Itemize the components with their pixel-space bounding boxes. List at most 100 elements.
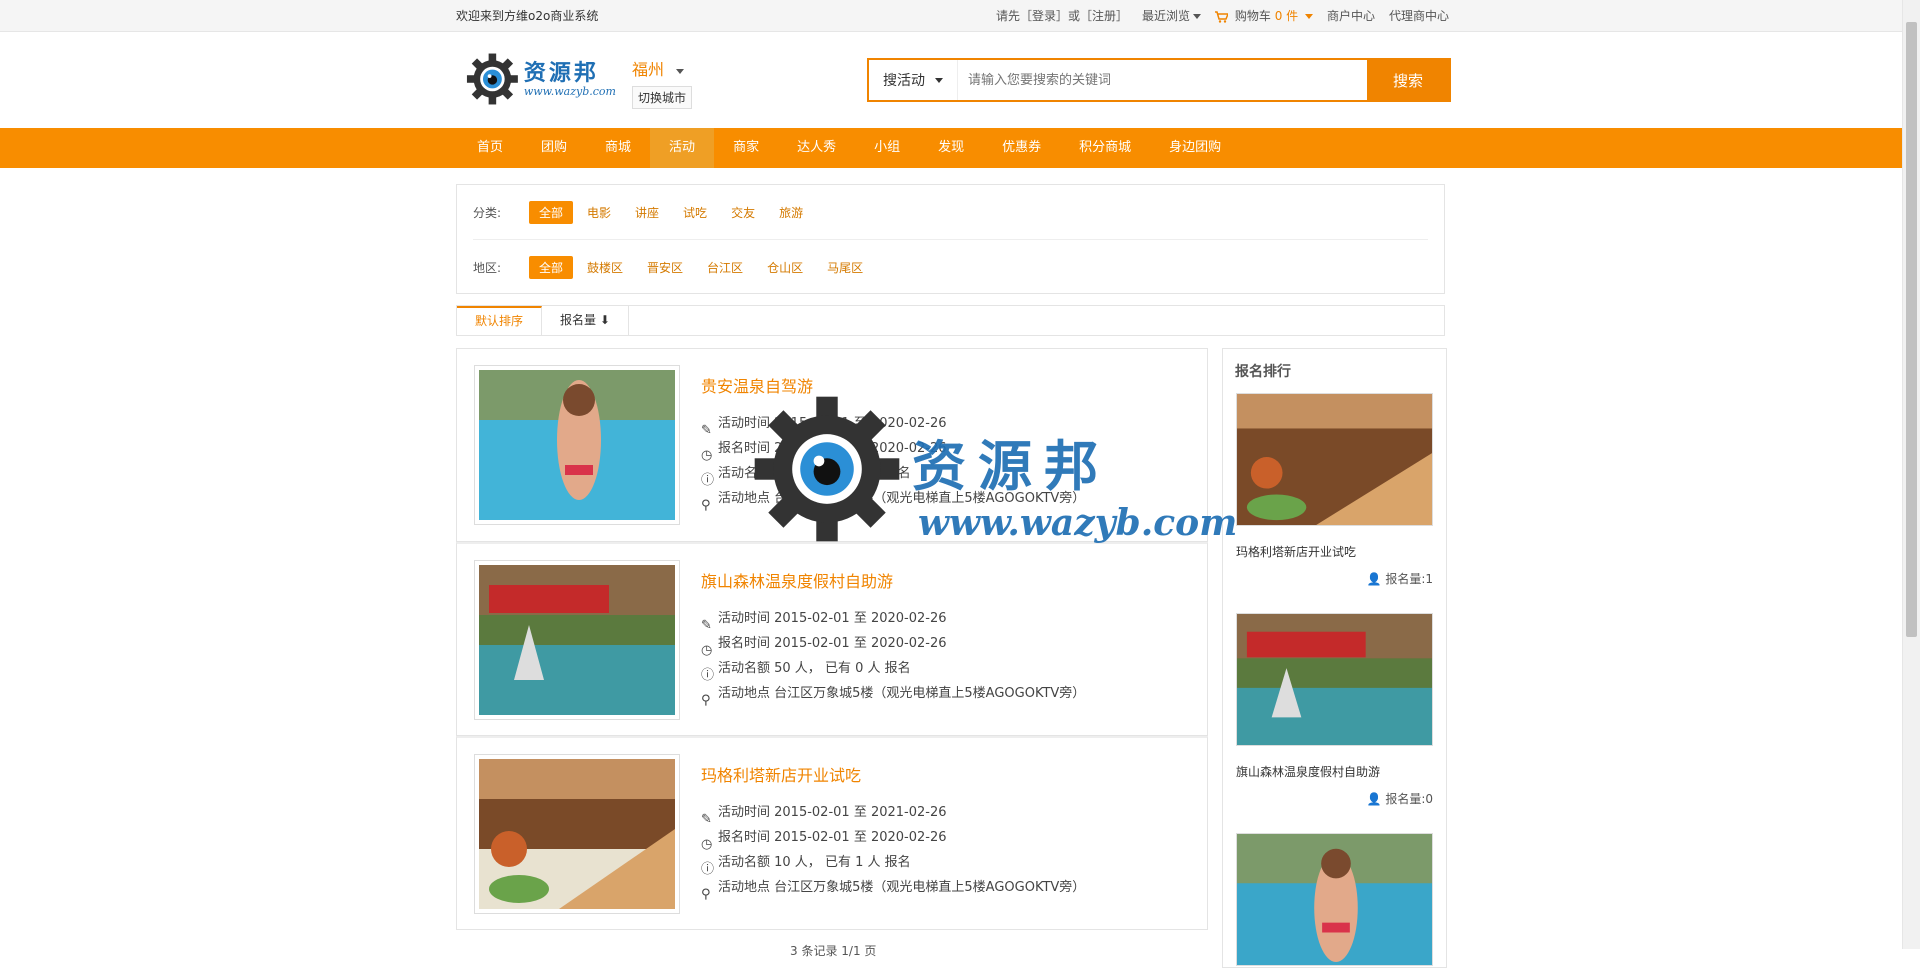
nav-talent-show[interactable]: 达人秀: [778, 128, 855, 168]
cart-label: 购物车: [1234, 9, 1271, 23]
cart-link[interactable]: 购物车 0 件: [1215, 7, 1313, 24]
chevron-down-icon: [675, 69, 684, 74]
event-title[interactable]: 贵安温泉自驾游: [701, 373, 1085, 397]
forest-resort-photo: [479, 565, 675, 715]
map-pin-icon: ⚲: [701, 497, 711, 513]
event-location: ⚲ 活动地点 台江区万象城5楼（观光电梯直上5楼AGOGOKTV旁）: [701, 681, 1086, 708]
recent-label: 最近浏览: [1142, 9, 1191, 23]
event-title[interactable]: 旗山森林温泉度假村自助游: [701, 568, 1085, 592]
city-selector: 福州 切换城市: [632, 56, 693, 109]
event-card: 玛格利塔新店开业试吃 ✎ 活动时间 2015-02-01 至 2021-02-26…: [456, 736, 1208, 930]
cart-count: 0 件: [1274, 9, 1299, 23]
nav-events[interactable]: 活动: [650, 128, 715, 168]
info-icon: ⓘ: [701, 861, 715, 877]
arrow-down-icon: ⬇: [599, 313, 610, 327]
category-tasting[interactable]: 试吃: [673, 201, 717, 224]
sort-bar: 默认排序 报名量 ⬇: [456, 305, 1445, 336]
current-city[interactable]: 福州: [632, 56, 692, 80]
region-gulou[interactable]: 鼓楼区: [577, 256, 633, 279]
event-info: 玛格利塔新店开业试吃 ✎ 活动时间 2015-02-01 至 2021-02-26…: [701, 762, 1086, 902]
event-info: 贵安温泉自驾游 ✎ 活动时间 2015-02-01 至 2020-02-26 ◷ 报…: [701, 373, 1086, 513]
merchant-center-link[interactable]: 商户中心: [1327, 7, 1375, 24]
event-image[interactable]: [474, 560, 680, 720]
switch-city-button[interactable]: 切换城市: [632, 86, 693, 109]
sort-default[interactable]: 默认排序: [457, 306, 543, 335]
nav-nearby-groupbuy[interactable]: 身边团购: [1150, 128, 1240, 168]
pizza-restaurant-photo: [1236, 393, 1433, 526]
event-quota: ⓘ 活动名额 10 人， 已有 1 人 报名: [701, 850, 1085, 877]
scrollbar-thumb[interactable]: [1906, 22, 1917, 637]
search-type-label: 搜活动: [883, 73, 925, 89]
search-button[interactable]: 搜索: [1367, 60, 1449, 100]
info-icon: ⓘ: [701, 472, 715, 488]
map-pin-icon: ⚲: [701, 886, 711, 902]
ranking-count-text: 报名量:1: [1385, 572, 1433, 586]
ranking-item-count: 👤 报名量:0: [1236, 790, 1433, 807]
nav-home[interactable]: 首页: [458, 128, 522, 168]
forest-resort-photo: [1236, 613, 1433, 746]
category-travel[interactable]: 旅游: [769, 201, 813, 224]
header: 资源邦 www.wazyb.com 福州 切换城市 搜活动 搜索: [456, 32, 1451, 128]
sort-by-signups[interactable]: 报名量 ⬇: [542, 306, 629, 335]
search-input[interactable]: [958, 60, 1367, 100]
search-type-select[interactable]: 搜活动: [869, 60, 958, 100]
location-text: 活动地点 台江区万象城5楼（观光电梯直上5楼AGOGOKTV旁）: [718, 686, 1086, 701]
category-label: 分类:: [473, 205, 502, 220]
nav-groups[interactable]: 小组: [855, 128, 919, 168]
map-pin-icon: ⚲: [701, 692, 711, 708]
chevron-down-icon: [1304, 14, 1313, 19]
nav-coupons[interactable]: 优惠券: [983, 128, 1060, 168]
chevron-down-icon: [1193, 14, 1202, 19]
agent-center-link[interactable]: 代理商中心: [1389, 7, 1449, 24]
nav-points-mall[interactable]: 积分商城: [1060, 128, 1150, 168]
region-all[interactable]: 全部: [529, 255, 574, 279]
category-movie[interactable]: 电影: [577, 201, 621, 224]
chevron-down-icon: [935, 77, 943, 83]
category-filter: 分类: 全部 电影 讲座 试吃 交友 旅游: [473, 185, 1428, 239]
category-lecture[interactable]: 讲座: [625, 201, 669, 224]
nav-merchants[interactable]: 商家: [714, 128, 778, 168]
region-mawei[interactable]: 马尾区: [817, 256, 873, 279]
event-activity-time: ✎ 活动时间 2015-02-01 至 2021-02-26: [701, 800, 1085, 827]
event-quota: ⓘ 活动名额 50 人， 已有 0 人 报名: [701, 656, 1085, 683]
nav-discover[interactable]: 发现: [919, 128, 983, 168]
login-register-link[interactable]: 请先［登录］或［注册］: [996, 7, 1128, 24]
site-logo[interactable]: 资源邦 www.wazyb.com: [466, 50, 616, 108]
clock-icon: ◷: [701, 836, 713, 852]
event-image[interactable]: [474, 754, 680, 914]
wrench-icon: ✎: [701, 422, 712, 438]
location-text: 活动地点 台江区万象城5楼（观光电梯直上5楼AGOGOKTV旁）: [718, 880, 1086, 895]
nav-mall[interactable]: 商城: [586, 128, 650, 168]
event-activity-time: ✎ 活动时间 2015-02-01 至 2020-02-26: [701, 606, 1085, 633]
region-jinan[interactable]: 晋安区: [637, 256, 693, 279]
recent-browse-dropdown[interactable]: 最近浏览: [1142, 7, 1202, 24]
cart-icon: [1215, 10, 1230, 23]
event-list: 贵安温泉自驾游 ✎ 活动时间 2015-02-01 至 2020-02-26 ◷ 报…: [456, 348, 1208, 930]
quota-text: 活动名额 10 人， 已有 1 人 报名: [718, 855, 911, 870]
wrench-icon: ✎: [701, 617, 712, 633]
page-scrollbar[interactable]: [1902, 0, 1920, 949]
region-filter: 地区: 全部 鼓楼区 晋安区 台江区 仓山区 马尾区: [473, 239, 1428, 294]
region-taijiang[interactable]: 台江区: [697, 256, 753, 279]
ranking-item-count: 👤 报名量:1: [1236, 570, 1433, 587]
event-title[interactable]: 玛格利塔新店开业试吃: [701, 762, 1085, 786]
event-location: ⚲ 活动地点 台江区万象城5楼（观光电梯直上5楼AGOGOKTV旁）: [701, 875, 1086, 902]
pizza-restaurant-photo: [479, 759, 675, 909]
event-image[interactable]: [474, 365, 680, 525]
sort-signups-label: 报名量: [560, 313, 597, 327]
city-name: 福州: [632, 60, 665, 79]
hot-spring-photo: [479, 370, 675, 520]
category-social[interactable]: 交友: [721, 201, 765, 224]
category-all[interactable]: 全部: [529, 200, 574, 224]
user-icon: 👤: [1366, 572, 1382, 586]
region-cangshan[interactable]: 仓山区: [757, 256, 813, 279]
location-text: 活动地点 台江区万象城5楼（观光电梯直上5楼AGOGOKTV旁）: [718, 491, 1086, 506]
ranking-item[interactable]: 旗山森林温泉度假村自助游 👤 报名量:0: [1236, 613, 1433, 807]
ranking-item-name: 玛格利塔新店开业试吃: [1236, 545, 1357, 559]
ranking-item[interactable]: 玛格利塔新店开业试吃 👤 报名量:1: [1236, 393, 1433, 587]
ranking-count-text: 报名量:0: [1385, 792, 1433, 806]
signup-time-text: 报名时间 2015-02-01 至 2020-02-26: [718, 441, 947, 456]
event-card: 旗山森林温泉度假村自助游 ✎ 活动时间 2015-02-01 至 2020-02-…: [456, 542, 1208, 736]
hot-spring-photo: [1236, 833, 1433, 966]
nav-groupbuy[interactable]: 团购: [522, 128, 586, 168]
